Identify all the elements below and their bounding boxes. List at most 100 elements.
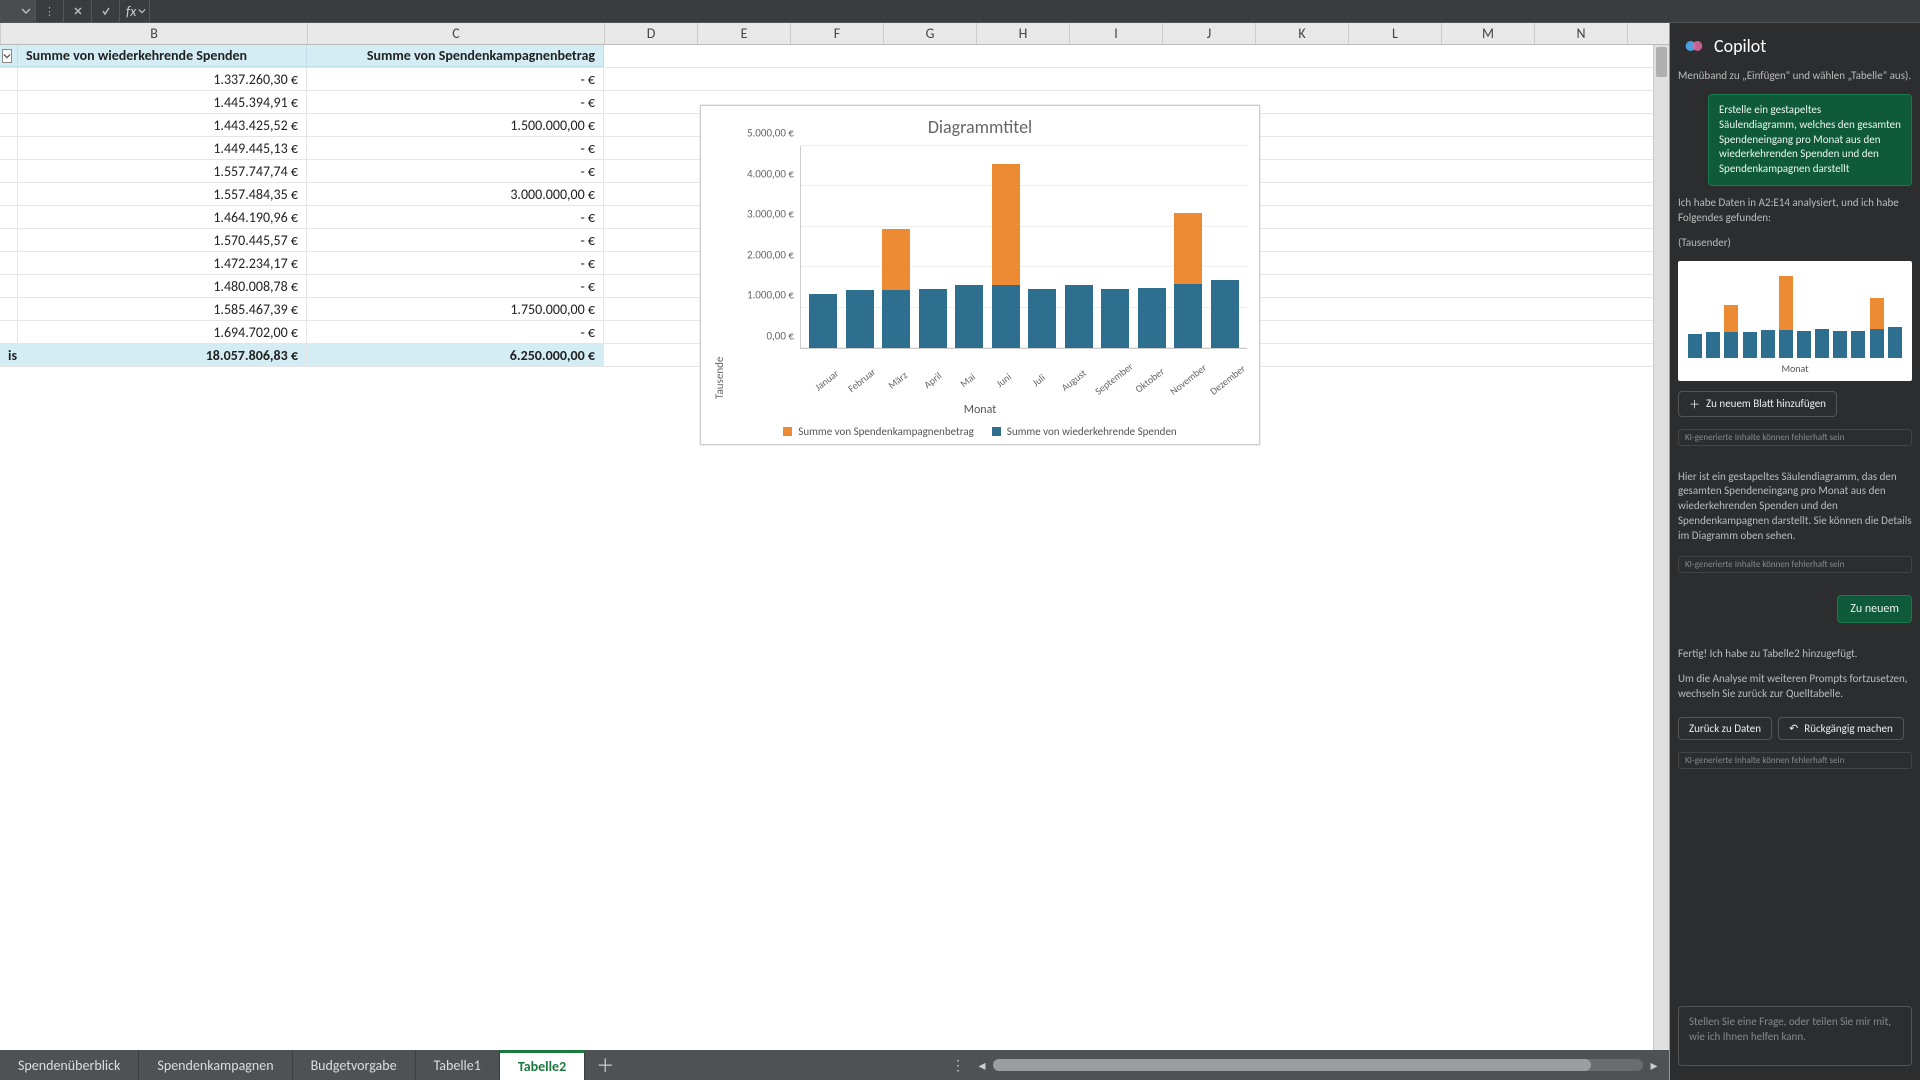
cancel-formula-button[interactable] bbox=[64, 0, 92, 22]
column-header-I[interactable]: I bbox=[1070, 23, 1163, 44]
column-header-L[interactable]: L bbox=[1349, 23, 1442, 44]
cell[interactable] bbox=[0, 252, 18, 274]
cell[interactable] bbox=[0, 298, 18, 320]
cell[interactable]: Summe von wiederkehrende Spenden bbox=[18, 45, 307, 67]
cell[interactable] bbox=[0, 275, 18, 297]
horizontal-scrollbar[interactable]: ⋮ ◂ ▸ bbox=[832, 1050, 1670, 1080]
cell[interactable]: - € bbox=[307, 206, 604, 228]
column-header-D[interactable]: D bbox=[605, 23, 698, 44]
chart-ylabel: Tausende bbox=[713, 146, 726, 399]
cell[interactable]: 1.449.445,13 € bbox=[18, 137, 307, 159]
sheet-tab-budgetvorgabe[interactable]: Budgetvorgabe bbox=[293, 1050, 416, 1080]
cell[interactable]: 1.337.260,30 € bbox=[18, 68, 307, 90]
cell[interactable]: - € bbox=[307, 321, 604, 343]
cell[interactable]: - € bbox=[307, 229, 604, 251]
cell[interactable] bbox=[0, 321, 18, 343]
cell[interactable] bbox=[0, 114, 18, 136]
copilot-mini-chart: Monat bbox=[1678, 261, 1912, 381]
cell[interactable]: 3.000.000,00 € bbox=[307, 183, 604, 205]
copilot-hint-top: Menüband zu „Einfügen“ und wählen „Tabel… bbox=[1678, 69, 1912, 84]
legend-b-label: Summe von wiederkehrende Spenden bbox=[1007, 425, 1177, 438]
cell[interactable]: 1.694.702,00 € bbox=[18, 321, 307, 343]
sheet-tab-spendenkampagnen[interactable]: Spendenkampagnen bbox=[139, 1050, 292, 1080]
cell[interactable] bbox=[0, 68, 18, 90]
cell[interactable]: - € bbox=[307, 160, 604, 182]
cell[interactable]: - € bbox=[307, 252, 604, 274]
name-box[interactable] bbox=[0, 0, 36, 22]
column-header-N[interactable]: N bbox=[1535, 23, 1628, 44]
separator-icon: ⋮ bbox=[36, 0, 64, 22]
scroll-thumb[interactable] bbox=[1656, 47, 1667, 77]
chart-yaxis: 0,00 €1.000,00 €2.000,00 €3.000,00 €4.00… bbox=[728, 146, 800, 349]
cell[interactable]: 1.500.000,00 € bbox=[307, 114, 604, 136]
copilot-user-prompt: Erstelle ein gestapeltes Säulendiagramm,… bbox=[1708, 94, 1912, 186]
tab-options-icon[interactable]: ⋮ bbox=[945, 1057, 971, 1074]
column-header-H[interactable]: H bbox=[977, 23, 1070, 44]
scroll-left-button[interactable]: ◂ bbox=[973, 1057, 991, 1074]
cell[interactable] bbox=[0, 206, 18, 228]
cell[interactable]: 6.250.000,00 € bbox=[307, 344, 604, 366]
cell[interactable]: Summe von Spendenkampagnenbetrag bbox=[307, 45, 604, 67]
table-row: Summe von wiederkehrende SpendenSumme vo… bbox=[0, 45, 1669, 68]
hscroll-thumb[interactable] bbox=[993, 1059, 1591, 1071]
copilot-analysis-line: Ich habe Daten in A2:E14 analysiert, und… bbox=[1678, 196, 1912, 226]
undo-button[interactable]: ↶ Rückgängig machen bbox=[1778, 717, 1904, 740]
cell[interactable]: 1.443.425,52 € bbox=[18, 114, 307, 136]
cell[interactable]: - € bbox=[307, 91, 604, 113]
grid[interactable]: Summe von wiederkehrende SpendenSumme vo… bbox=[0, 45, 1669, 1050]
cell[interactable]: 1.570.445,57 € bbox=[18, 229, 307, 251]
cell[interactable] bbox=[0, 137, 18, 159]
copilot-header: Copilot bbox=[1670, 23, 1920, 69]
cell[interactable] bbox=[0, 160, 18, 182]
formula-input[interactable] bbox=[150, 0, 1920, 22]
cell[interactable]: 1.480.008,78 € bbox=[18, 275, 307, 297]
cell[interactable]: 1.445.394,91 € bbox=[18, 91, 307, 113]
sheet-tab-tabelle1[interactable]: Tabelle1 bbox=[416, 1050, 500, 1080]
accept-formula-button[interactable] bbox=[92, 0, 120, 22]
copilot-input[interactable]: Stellen Sie eine Frage, oder teilen Sie … bbox=[1678, 1006, 1912, 1066]
column-header-C[interactable]: C bbox=[308, 23, 605, 44]
cell[interactable]: - € bbox=[307, 137, 604, 159]
cell[interactable]: 1.464.190,96 € bbox=[18, 206, 307, 228]
column-header-F[interactable]: F bbox=[791, 23, 884, 44]
ai-disclaimer: KI-generierte Inhalte können fehlerhaft … bbox=[1678, 752, 1912, 769]
cell[interactable]: is bbox=[0, 344, 18, 366]
sheet-tab-tabelle2[interactable]: Tabelle2 bbox=[500, 1050, 585, 1080]
cell[interactable]: - € bbox=[307, 68, 604, 90]
column-header-M[interactable]: M bbox=[1442, 23, 1535, 44]
column-header-G[interactable]: G bbox=[884, 23, 977, 44]
sheet-tab-spendenüberblick[interactable]: Spendenüberblick bbox=[0, 1050, 139, 1080]
back-to-data-button[interactable]: Zurück zu Daten bbox=[1678, 717, 1772, 740]
fx-label[interactable]: fx bbox=[120, 0, 150, 22]
cell[interactable] bbox=[0, 183, 18, 205]
undo-icon: ↶ bbox=[1789, 722, 1798, 735]
cell[interactable]: - € bbox=[307, 275, 604, 297]
copilot-panel: Copilot Menüband zu „Einfügen“ und wähle… bbox=[1670, 23, 1920, 1080]
spreadsheet-area: BCDEFGHIJKLMN Summe von wiederkehrende S… bbox=[0, 23, 1670, 1080]
ai-disclaimer: KI-generierte Inhalte können fehlerhaft … bbox=[1678, 429, 1912, 446]
cell[interactable] bbox=[0, 91, 18, 113]
cell[interactable]: 18.057.806,83 € bbox=[18, 344, 307, 366]
cell[interactable]: 1.750.000,00 € bbox=[307, 298, 604, 320]
table-row: 1.337.260,30 €- € bbox=[0, 68, 1669, 91]
column-header-B[interactable]: B bbox=[1, 23, 308, 44]
column-header-E[interactable]: E bbox=[698, 23, 791, 44]
cell[interactable]: 1.557.484,35 € bbox=[18, 183, 307, 205]
close-icon bbox=[73, 6, 83, 16]
check-icon bbox=[101, 6, 111, 16]
embedded-chart[interactable]: Diagrammtitel Tausende 0,00 €1.000,00 €2… bbox=[700, 105, 1260, 445]
cell[interactable] bbox=[0, 229, 18, 251]
pivot-filter-button[interactable] bbox=[0, 45, 18, 67]
column-header-K[interactable]: K bbox=[1256, 23, 1349, 44]
vertical-scrollbar[interactable]: ▴ ▾ bbox=[1653, 45, 1669, 1080]
add-to-new-sheet-button[interactable]: ＋ Zu neuem Blatt hinzufügen bbox=[1678, 391, 1837, 417]
copilot-done-line: Fertig! Ich habe zu Tabelle2 hinzugefügt… bbox=[1678, 647, 1912, 662]
cell[interactable]: 1.557.747,74 € bbox=[18, 160, 307, 182]
cell[interactable]: 1.585.467,39 € bbox=[18, 298, 307, 320]
column-header-J[interactable]: J bbox=[1163, 23, 1256, 44]
scroll-right-button[interactable]: ▸ bbox=[1645, 1057, 1663, 1074]
chart-xlabel: Monat bbox=[964, 403, 997, 417]
cell[interactable]: 1.472.234,17 € bbox=[18, 252, 307, 274]
add-sheet-button[interactable]: ＋ bbox=[585, 1050, 625, 1080]
to-new-button[interactable]: Zu neuem bbox=[1837, 595, 1912, 623]
